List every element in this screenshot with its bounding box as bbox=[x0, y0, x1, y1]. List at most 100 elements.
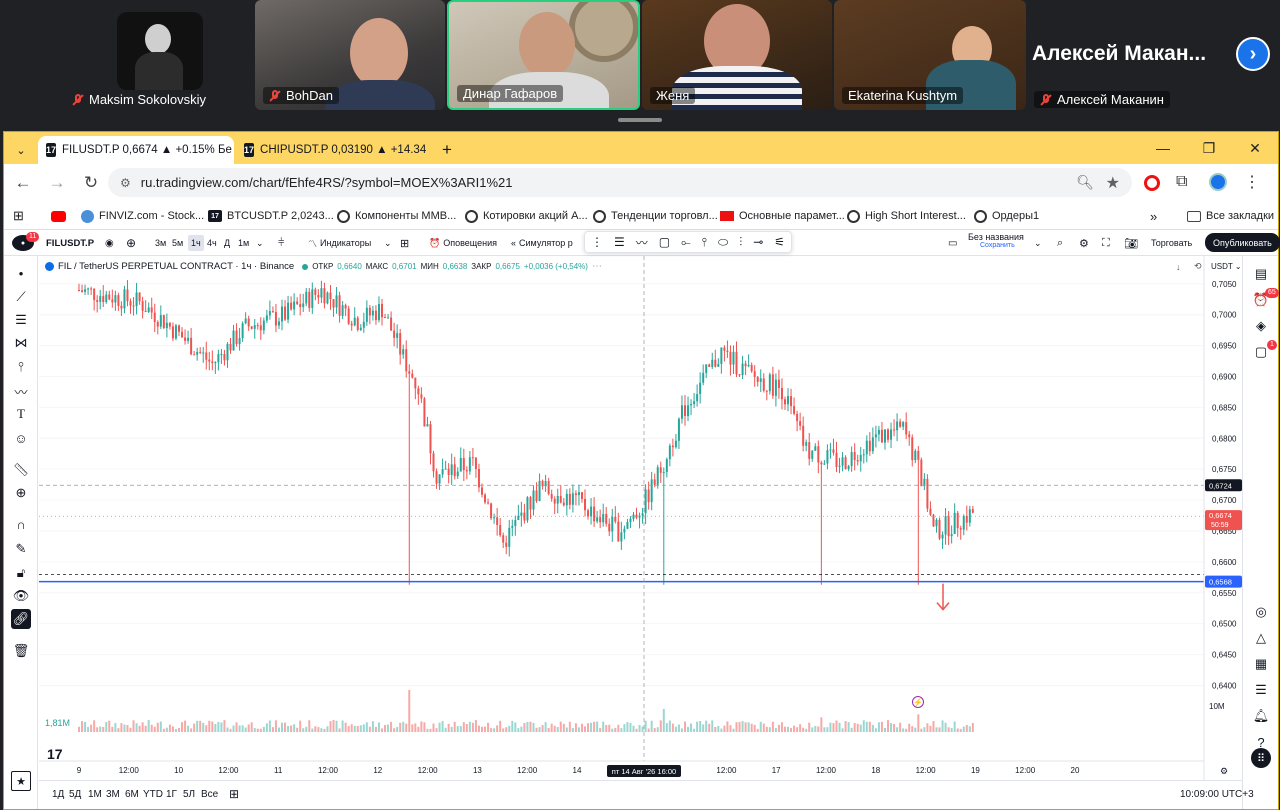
range-5d[interactable]: 5Д bbox=[69, 789, 81, 800]
range-1d[interactable]: 1Д bbox=[52, 789, 64, 800]
trend-line-icon[interactable]: ⟋ bbox=[11, 287, 31, 307]
tab-filusdt[interactable]: 17 FILUSDT.P 0,6674 ▲ +0.15% Бе ✕ bbox=[38, 136, 234, 164]
templates-icon[interactable]: ⊞ bbox=[400, 235, 409, 251]
back-button[interactable]: ← bbox=[8, 168, 38, 198]
participant-tile-dinar[interactable]: Динар Гафаров bbox=[447, 0, 640, 110]
bookmark-1[interactable]: 17 BTCUSDT.P 2,0243... bbox=[208, 206, 334, 226]
layout-square-icon[interactable]: ▭ bbox=[948, 235, 957, 251]
hide-icon[interactable]: 👁︎ bbox=[11, 586, 31, 606]
layers-icon[interactable]: ◈ bbox=[1251, 316, 1271, 336]
range-6m[interactable]: 6M bbox=[125, 789, 139, 800]
events-lightning-icon[interactable]: ⚡ bbox=[912, 696, 924, 708]
pattern-icon[interactable]: ⋈ bbox=[11, 333, 31, 353]
alerts-button[interactable]: ⏰ Оповещения bbox=[429, 235, 497, 251]
sliders-icon[interactable]: ⚟ bbox=[774, 235, 785, 249]
magnet-icon[interactable]: ∩ bbox=[11, 514, 31, 534]
trash-icon[interactable]: 🗑︎ bbox=[11, 641, 31, 661]
sync-icon[interactable]: ⟲ bbox=[1194, 261, 1202, 272]
extensions-icon[interactable]: ⧉ bbox=[1176, 173, 1187, 191]
zoom-in-icon[interactable]: ⊕ bbox=[11, 483, 31, 503]
interval-d[interactable]: Д bbox=[224, 235, 230, 251]
range-all[interactable]: Все bbox=[201, 789, 218, 800]
more-menu-icon[interactable]: ⋮ bbox=[1244, 172, 1260, 192]
opera-extension-icon[interactable] bbox=[1144, 175, 1160, 191]
tab-chipusdt[interactable]: 17 CHIPUSDT.P 0,03190 ▲ +14.34 ✕ bbox=[236, 136, 432, 164]
apps-menu-icon[interactable]: ⠿ bbox=[1251, 748, 1271, 768]
interval-1m[interactable]: 1м bbox=[238, 235, 249, 251]
reload-button[interactable]: ↻ bbox=[76, 168, 106, 198]
crosshair-icon[interactable]: • bbox=[11, 263, 31, 283]
arrow-down-icon[interactable]: ↓ bbox=[1176, 262, 1181, 272]
stay-drawing-icon[interactable]: ✎ bbox=[11, 539, 31, 559]
restore-button[interactable]: ❐ bbox=[1186, 132, 1232, 164]
brush-icon[interactable]: 〰 bbox=[11, 381, 31, 401]
star-icon[interactable]: ★ bbox=[1106, 173, 1120, 193]
address-bar[interactable]: ⚙ ru.tradingview.com/chart/fEhfe4RS/?sym… bbox=[108, 168, 1132, 197]
site-info-icon[interactable]: ⚙ bbox=[120, 176, 131, 190]
chevron-down-icon[interactable]: ⌄ bbox=[384, 235, 392, 251]
price-chart[interactable]: 0,7050 0,7000 0,6950 0,6900 0,6850 0,6800 0,67… bbox=[39, 256, 1242, 780]
interval-3m[interactable]: 3м bbox=[155, 235, 166, 251]
apps-grid-icon[interactable]: ⊞ bbox=[13, 206, 24, 226]
interval-4h[interactable]: 4ч bbox=[207, 235, 217, 251]
watchlist-icon[interactable]: ▤ bbox=[1251, 264, 1271, 284]
bookmark-6[interactable]: High Short Interest... bbox=[847, 206, 966, 226]
goto-date-icon[interactable]: ⊞ bbox=[229, 787, 239, 801]
fib-retracement-icon[interactable]: ☰ bbox=[11, 310, 31, 330]
replay-button[interactable]: «Симулятор р bbox=[511, 235, 579, 251]
trend-icon[interactable]: 〰 bbox=[636, 234, 648, 251]
eye-icon[interactable]: ◉ bbox=[105, 235, 114, 251]
clock-timezone[interactable]: 10:09:00 UTC+3 bbox=[1180, 789, 1254, 800]
trade-button[interactable]: Торговать bbox=[1151, 235, 1192, 251]
chevron-down-icon[interactable]: ⌄ bbox=[1034, 235, 1042, 251]
stream-icon[interactable]: ☰ bbox=[1251, 680, 1271, 700]
quick-search-icon[interactable]: ⌕ bbox=[1057, 235, 1063, 251]
forward-button[interactable]: → bbox=[42, 168, 72, 198]
text-icon[interactable]: T bbox=[11, 404, 31, 424]
parallel-channel-icon[interactable]: ⫶ bbox=[739, 235, 742, 250]
symbol-search[interactable]: FILUSDT.P bbox=[46, 235, 94, 251]
settings-gear-icon[interactable]: ⚙ bbox=[1079, 235, 1089, 251]
bookmark-4[interactable]: Тенденции торговл... bbox=[593, 206, 718, 226]
favorites-star-icon[interactable]: ★ bbox=[11, 771, 31, 791]
next-page-button[interactable]: › bbox=[1236, 37, 1270, 71]
rectangle-icon[interactable]: ▢ bbox=[659, 235, 670, 249]
layout-name[interactable]: Без названия Сохранить bbox=[968, 232, 1024, 254]
indicators-button[interactable]: 〽 Индикаторы bbox=[308, 235, 371, 251]
participant-tile-avatar[interactable] bbox=[117, 12, 203, 90]
calendar-icon[interactable]: ▦ bbox=[1251, 654, 1271, 674]
camera-icon[interactable]: 📷︎ bbox=[1124, 235, 1138, 251]
bar-style-icon[interactable]: ⫩ bbox=[278, 235, 284, 251]
bookmark-5[interactable]: Основные парамет... bbox=[720, 206, 845, 226]
bookmarks-overflow-icon[interactable]: » bbox=[1150, 206, 1157, 226]
target-icon[interactable]: ◎ bbox=[1251, 602, 1271, 622]
range-5y[interactable]: 5Л bbox=[183, 789, 195, 800]
ray-icon[interactable]: ⟜ bbox=[681, 235, 691, 250]
interval-5m[interactable]: 5м bbox=[172, 235, 183, 251]
chart-pane[interactable]: 0,7050 0,7000 0,6950 0,6900 0,6850 0,6800 0,67… bbox=[39, 256, 1242, 780]
range-1m[interactable]: 1M bbox=[88, 789, 102, 800]
tab-search-button[interactable]: ⌄ bbox=[8, 136, 34, 164]
participant-tile-bohdan[interactable]: BohDan bbox=[255, 0, 445, 110]
chevron-down-icon[interactable]: ⌄ bbox=[256, 235, 264, 251]
bookmark-0[interactable]: FINVIZ.com - Stock... bbox=[81, 206, 204, 226]
zoom-icon[interactable]: 🔍︎ bbox=[1076, 174, 1094, 191]
minimize-button[interactable]: — bbox=[1140, 132, 1186, 164]
long-position-icon[interactable]: ⫯ bbox=[702, 235, 707, 250]
range-ytd[interactable]: YTD bbox=[143, 789, 163, 800]
range-1y[interactable]: 1Г bbox=[166, 789, 177, 800]
close-window-button[interactable]: ✕ bbox=[1232, 132, 1278, 164]
drag-handle-icon[interactable]: ⋮ bbox=[591, 235, 603, 249]
link-icon[interactable]: 🔗︎ bbox=[11, 609, 31, 629]
horizontal-ray-icon[interactable]: ⊸ bbox=[753, 235, 763, 249]
fullscreen-icon[interactable]: ⛶ bbox=[1102, 235, 1110, 251]
bell-icon[interactable]: 🔔︎ bbox=[1251, 706, 1271, 726]
currency-select[interactable]: USDT ⌄ bbox=[1211, 262, 1242, 271]
compare-symbol-icon[interactable]: ⊕ bbox=[126, 235, 136, 251]
bookmark-2[interactable]: Компоненты MMB... bbox=[337, 206, 456, 226]
lock-icon[interactable]: 🔓︎ bbox=[11, 563, 31, 583]
drag-handle[interactable] bbox=[618, 118, 662, 122]
range-3m[interactable]: 3M bbox=[106, 789, 120, 800]
publish-button[interactable]: Опубликовать bbox=[1205, 233, 1280, 252]
fib-icon[interactable]: ☰ bbox=[614, 235, 625, 249]
